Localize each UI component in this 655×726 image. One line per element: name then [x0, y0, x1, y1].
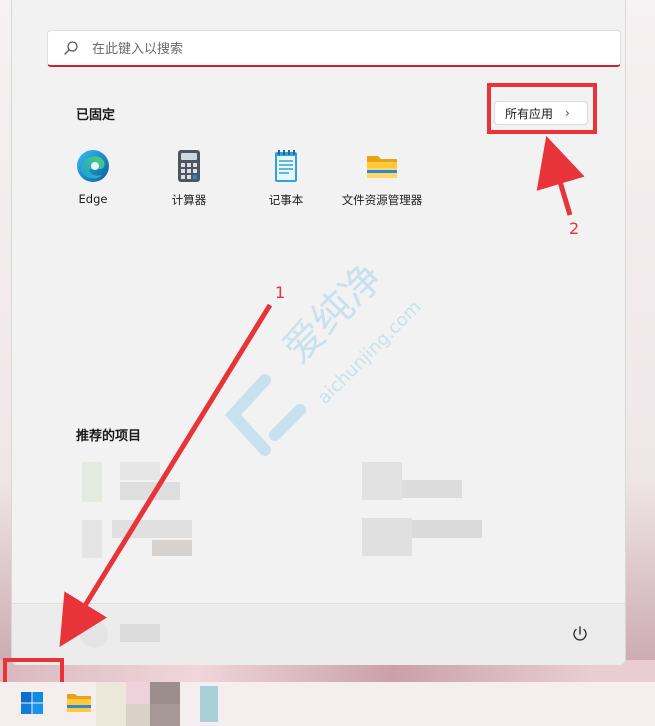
taskbar-app-blur[interactable] — [200, 686, 218, 722]
pinned-app-calculator[interactable]: 计算器 — [141, 148, 237, 218]
search-icon — [64, 41, 78, 55]
recommended-item-blur[interactable] — [362, 518, 412, 556]
taskbar-app-blur — [150, 682, 180, 704]
edge-icon — [77, 150, 109, 182]
recommended-title: 推荐的项目 — [76, 429, 142, 444]
power-icon[interactable] — [570, 624, 590, 644]
folder-icon — [367, 156, 397, 178]
windows-start-icon[interactable] — [20, 691, 44, 715]
taskbar-app-blur — [126, 682, 150, 704]
recommended-item-blur — [152, 540, 192, 556]
annotation-box-all-apps — [487, 83, 597, 134]
recommended-item-blur[interactable] — [362, 462, 402, 500]
recommended-item-blur[interactable] — [82, 462, 102, 502]
annotation-number-2: 2 — [569, 219, 580, 238]
recommended-item-blur[interactable] — [82, 520, 102, 558]
taskbar — [0, 682, 655, 726]
start-menu-footer — [12, 603, 625, 665]
recommended-item-blur — [402, 480, 462, 498]
recommended-item-blur — [120, 462, 160, 480]
search-input[interactable] — [90, 38, 594, 60]
pinned-app-edge[interactable]: Edge — [45, 148, 141, 218]
calculator-icon — [178, 150, 200, 182]
pinned-app-label: 计算器 — [171, 193, 207, 207]
pinned-app-label: 记事本 — [268, 193, 304, 207]
file-explorer-taskbar-icon[interactable] — [66, 690, 92, 714]
pinned-app-file-explorer[interactable]: 文件资源管理器 — [334, 148, 430, 218]
pinned-title: 已固定 — [76, 108, 116, 123]
pinned-app-notepad[interactable]: 记事本 — [238, 148, 334, 218]
search-box[interactable] — [47, 30, 621, 67]
recommended-item-blur — [120, 482, 180, 500]
recommended-item-blur — [412, 520, 482, 538]
taskbar-app-blur — [126, 704, 150, 726]
taskbar-app-blur[interactable] — [96, 682, 126, 726]
avatar[interactable] — [80, 620, 108, 648]
recommended-item-blur — [112, 520, 192, 538]
annotation-number-1: 1 — [275, 283, 286, 302]
pinned-app-label: 文件资源管理器 — [341, 193, 423, 207]
taskbar-app-blur — [150, 704, 180, 726]
pinned-app-label: Edge — [78, 192, 108, 206]
notepad-icon — [275, 150, 297, 182]
user-name-blur[interactable] — [120, 624, 160, 642]
